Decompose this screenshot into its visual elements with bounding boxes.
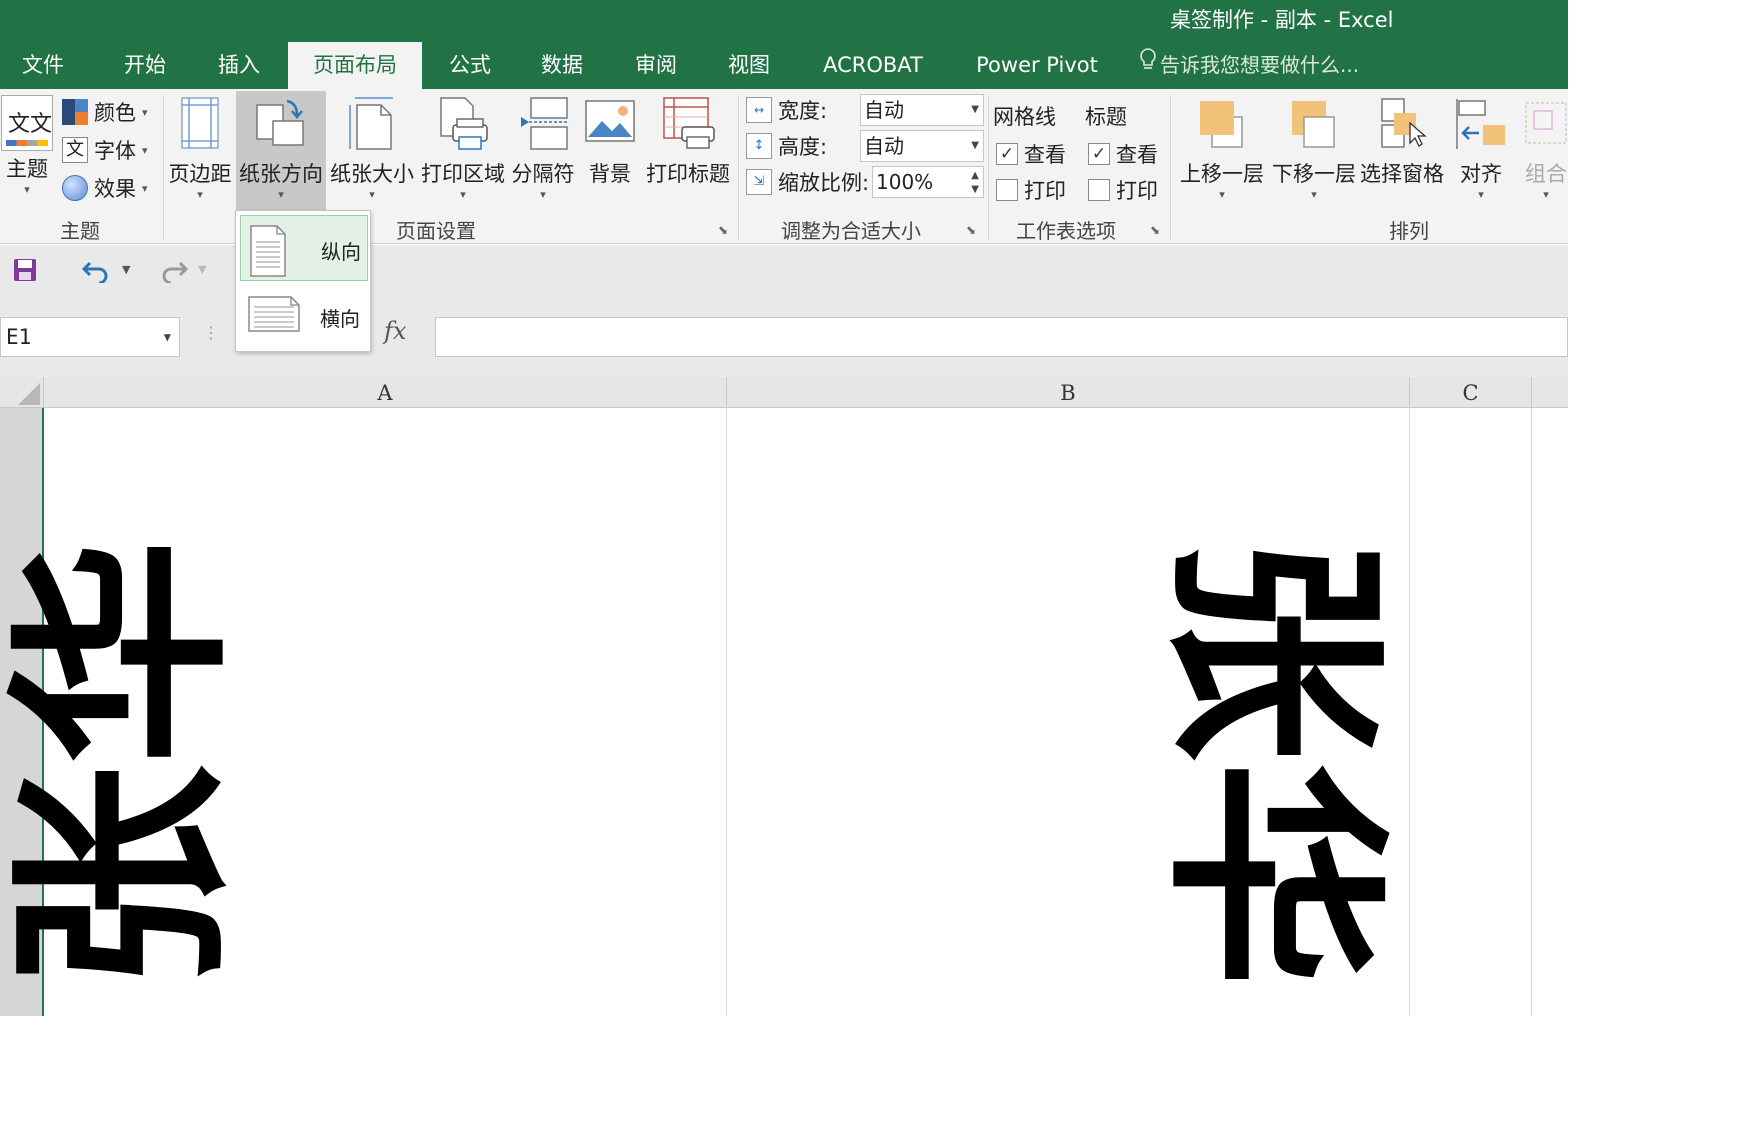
print-area-icon	[420, 95, 506, 156]
column-divider	[1409, 408, 1410, 1016]
redo-icon[interactable]	[158, 257, 189, 289]
insert-function-button[interactable]: fx	[384, 317, 406, 345]
group-label-sheet-options: 工作表选项	[1016, 219, 1116, 243]
column-divider	[1531, 408, 1532, 1016]
themes-button[interactable]: 文文 主题 ▾	[0, 95, 54, 197]
scale-row: ⇲ 缩放比例:	[746, 167, 869, 197]
height-row: ↕ 高度:	[746, 131, 827, 161]
checkbox-empty-icon	[1088, 179, 1110, 201]
headings-heading: 标题	[1085, 105, 1127, 129]
tab-formulas[interactable]: 公式	[428, 42, 512, 89]
gridlines-print-checkbox[interactable]: 打印	[996, 175, 1066, 205]
width-row: ↔ 宽度:	[746, 95, 827, 125]
tab-home[interactable]: 开始	[100, 42, 190, 89]
bring-forward-button[interactable]: 上移一层 ▾	[1174, 95, 1270, 202]
column-divider	[726, 408, 727, 1016]
window-title: 桌签制作 - 副本 - Excel	[1170, 8, 1394, 32]
margins-button[interactable]: 页边距 ▾	[166, 95, 234, 202]
align-button[interactable]: 对齐 ▾	[1452, 95, 1510, 202]
gridlines-heading: 网格线	[993, 105, 1056, 129]
selection-pane-button[interactable]: 选择窗格	[1356, 95, 1448, 188]
checkbox-checked-icon: ✓	[996, 143, 1018, 165]
select-all-corner[interactable]	[0, 377, 44, 408]
paper-size-icon	[328, 95, 416, 156]
column-header-c[interactable]: C	[1410, 377, 1532, 408]
group-label-arrange: 排列	[1389, 219, 1429, 243]
tab-review[interactable]: 审阅	[614, 42, 698, 89]
theme-fonts-button[interactable]: 文 字体 ▾	[62, 135, 148, 165]
tab-view[interactable]: 视图	[706, 42, 792, 89]
width-icon: ↔	[746, 97, 772, 123]
page-break-icon	[508, 95, 578, 156]
group-label-themes: 主题	[60, 219, 100, 243]
tab-file[interactable]: 文件	[0, 42, 86, 89]
column-header-b[interactable]: B	[727, 377, 1410, 408]
paper-size-button[interactable]: 纸张大小 ▾	[328, 95, 416, 202]
print-titles-icon	[644, 95, 732, 156]
name-box[interactable]: E1 ▼	[0, 317, 180, 357]
checkbox-empty-icon	[996, 179, 1018, 201]
landscape-page-icon	[246, 291, 302, 340]
portrait-page-icon	[247, 224, 289, 283]
page-setup-launcher-icon[interactable]: ⬊	[718, 223, 728, 237]
group-objects-icon	[1518, 95, 1574, 156]
align-icon	[1452, 95, 1510, 156]
effects-icon	[62, 175, 88, 201]
font-icon: 文	[62, 137, 88, 163]
undo-icon[interactable]	[81, 257, 112, 289]
orientation-landscape-option[interactable]: 横向	[240, 283, 368, 349]
margins-icon	[166, 95, 234, 156]
tell-me-text: 告诉我您想要做什么...	[1160, 53, 1360, 77]
cell-b1-text: 张华	[1141, 535, 1404, 988]
orientation-menu: 纵向 横向	[235, 210, 371, 352]
group-label-scale-to-fit: 调整为合适大小	[781, 219, 921, 243]
send-backward-button[interactable]: 下移一层 ▾	[1266, 95, 1362, 202]
cells-area[interactable]: 张华 张华	[0, 408, 1568, 1016]
themes-icon: 文文	[1, 95, 53, 151]
orientation-icon	[236, 95, 326, 156]
background-button[interactable]: 背景	[582, 95, 638, 188]
worksheet-grid: A B C 张华 张华	[0, 359, 1568, 1016]
print-titles-button[interactable]: 打印标题	[644, 95, 732, 188]
scale-launcher-icon[interactable]: ⬊	[966, 223, 976, 237]
save-icon[interactable]	[12, 257, 38, 289]
print-area-button[interactable]: 打印区域 ▾	[420, 95, 506, 202]
tab-data[interactable]: 数据	[520, 42, 604, 89]
send-backward-icon	[1266, 95, 1362, 156]
tab-insert[interactable]: 插入	[196, 42, 282, 89]
orientation-portrait-option[interactable]: 纵向	[240, 215, 368, 281]
sheet-options-launcher-icon[interactable]: ⬊	[1150, 223, 1160, 237]
scale-icon: ⇲	[746, 169, 772, 195]
breaks-button[interactable]: 分隔符 ▾	[508, 95, 578, 202]
background-image-icon	[582, 95, 638, 156]
checkbox-checked-icon: ✓	[1088, 143, 1110, 165]
headings-print-checkbox[interactable]: 打印	[1088, 175, 1158, 205]
gridlines-view-checkbox[interactable]: ✓ 查看	[996, 139, 1066, 169]
width-dropdown[interactable]: 自动 ▼	[860, 94, 984, 126]
selection-pane-icon	[1356, 95, 1448, 156]
bring-forward-icon	[1174, 95, 1270, 156]
orientation-button[interactable]: 纸张方向 ▾	[236, 91, 326, 211]
lightbulb-icon	[1138, 43, 1160, 90]
more-icon: ⋮	[203, 323, 219, 342]
column-header-a[interactable]: A	[44, 377, 727, 408]
formula-input[interactable]	[435, 317, 1568, 357]
undo-dropdown-icon[interactable]: ▼	[122, 263, 130, 276]
column-headers: A B C	[0, 377, 1568, 408]
tell-me-search[interactable]: 告诉我您想要做什么...	[1138, 42, 1359, 89]
redo-dropdown-icon[interactable]: ▼	[198, 263, 206, 276]
color-palette-icon	[62, 99, 88, 125]
theme-colors-button[interactable]: 颜色 ▾	[62, 97, 148, 127]
tab-page-layout[interactable]: 页面布局	[288, 42, 422, 89]
scale-spinner[interactable]: 100% ▲ ▼	[872, 166, 984, 198]
headings-view-checkbox[interactable]: ✓ 查看	[1088, 139, 1158, 169]
tab-acrobat[interactable]: ACROBAT	[806, 42, 940, 89]
tab-power-pivot[interactable]: Power Pivot	[962, 42, 1112, 89]
group-button[interactable]: 组合 ▾	[1518, 95, 1574, 202]
theme-effects-button[interactable]: 效果 ▾	[62, 173, 148, 203]
height-icon: ↕	[746, 133, 772, 159]
cell-a1-text: 张华	[0, 538, 255, 991]
height-dropdown[interactable]: 自动 ▼	[860, 130, 984, 162]
title-bar: 桌签制作 - 副本 - Excel 文件 开始 插入 页面布局 公式 数据 审阅…	[0, 0, 1568, 89]
